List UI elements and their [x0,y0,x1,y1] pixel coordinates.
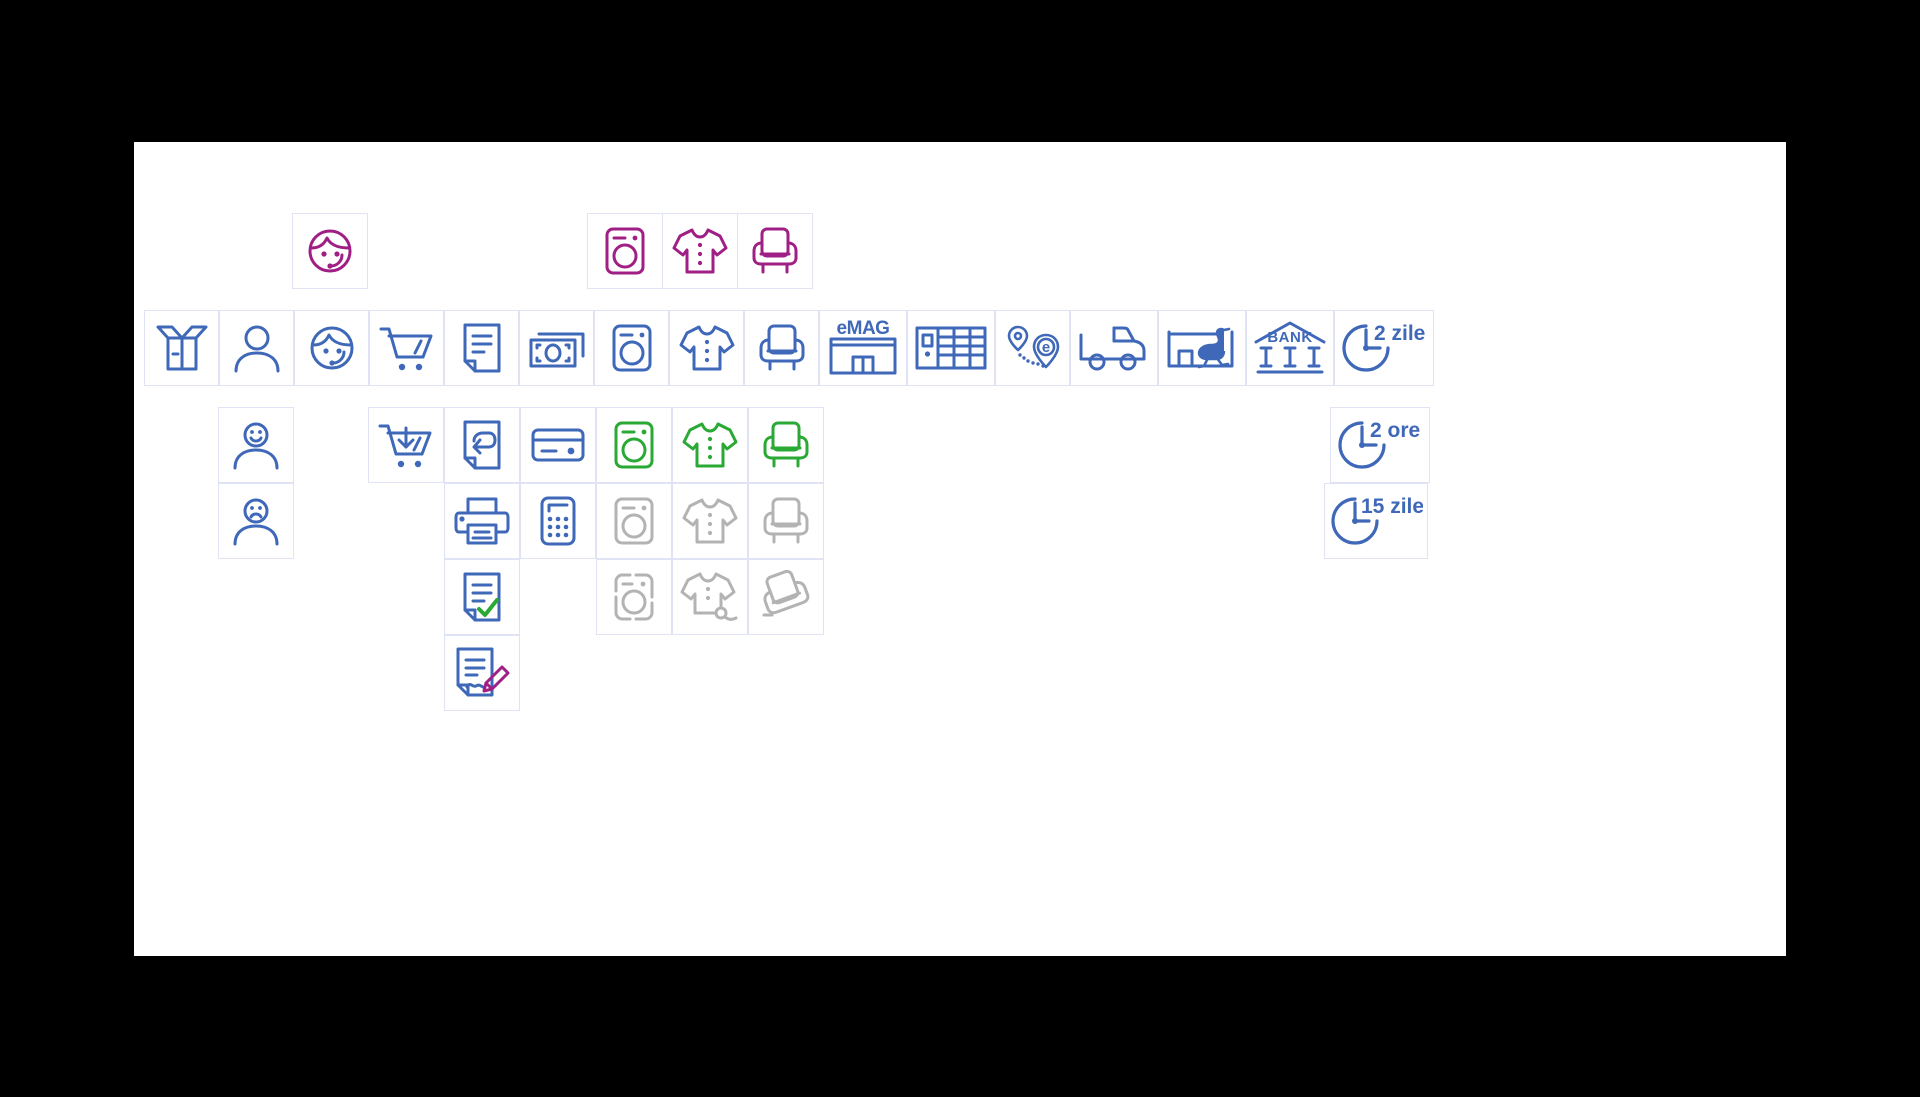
sameday-ostrich-icon [1167,327,1234,369]
tshirt-icon [679,325,734,371]
cell-armchair[interactable] [744,310,819,386]
document-sign-icon [456,647,510,697]
cell-tshirt-grey[interactable] [672,483,748,559]
open-box-icon [156,325,207,371]
document-icon [463,323,500,373]
cell-washing-machine-green[interactable] [596,407,672,483]
cell-tshirt-green[interactable] [672,407,748,483]
cell-support-agent-magenta[interactable] [292,213,368,289]
clock-15-zile-icon: 15 zile [1331,495,1423,545]
armchair-icon [759,324,804,371]
shopping-cart-icon [379,327,432,371]
washing-machine-icon [605,227,645,275]
cell-calculator[interactable] [520,483,596,559]
washing-machine-icon [612,324,651,372]
cell-document-sign[interactable] [444,635,520,711]
cell-document[interactable] [444,310,519,386]
cell-sameday-ostrich[interactable] [1158,310,1246,386]
tshirt-icon [682,422,738,468]
cell-credit-card[interactable] [520,407,596,483]
user-sad-icon [233,498,279,546]
cell-washing-machine-grey[interactable] [596,483,672,559]
cell-tshirt-magenta[interactable] [662,213,738,289]
cell-armchair-damaged[interactable] [748,559,824,635]
cell-parcel-locker[interactable] [907,310,995,386]
cell-clock-2-zile[interactable]: 2 zile [1334,310,1434,386]
document-return-icon [463,420,501,470]
cell-emag-store[interactable]: eMAG [819,310,907,386]
emag-wordmark: eMAG [837,319,890,339]
cell-support-agent[interactable] [294,310,369,386]
clock-label: 2 ore [1370,419,1420,442]
tshirt-icon [672,228,728,274]
pencil-icon [482,665,510,693]
washing-machine-icon [614,421,654,469]
bank-icon: BANK [1254,321,1326,374]
document-approved-icon [463,572,501,622]
cell-armchair-magenta[interactable] [737,213,813,289]
cart-download-icon [378,424,432,468]
cell-user-happy[interactable] [218,407,294,483]
emag-store-icon: eMAG [829,319,897,375]
cell-washing-machine-damaged[interactable] [596,559,672,635]
parcel-locker-icon [915,326,987,370]
support-agent-icon [308,229,352,273]
cell-map-pins-route[interactable]: e [995,310,1070,386]
cell-shopping-cart[interactable] [369,310,444,386]
pin-e-label: e [1041,339,1049,356]
tshirt-icon [682,498,738,544]
map-pins-route-icon: e [1007,325,1059,369]
cell-delivery-truck[interactable] [1070,310,1158,386]
support-agent-icon [310,326,353,370]
printer-icon [454,497,510,545]
clock-2-ore-icon: 2 ore [1338,419,1420,469]
cell-clock-2-ore[interactable]: 2 ore [1330,407,1430,483]
cell-banknotes[interactable] [519,310,594,386]
clock-label: 15 zile [1361,495,1423,518]
clock-2-zile-icon: 2 zile [1342,322,1425,372]
calculator-icon [540,496,576,546]
cell-washing-machine-magenta[interactable] [587,213,663,289]
cell-bank[interactable]: BANK [1246,310,1334,386]
armchair-icon [763,497,809,544]
cell-cart-download[interactable] [368,407,444,483]
armchair-damaged-icon [762,570,810,617]
cell-tshirt-damaged[interactable] [672,559,748,635]
cell-user[interactable] [219,310,294,386]
cell-user-sad[interactable] [218,483,294,559]
cell-tshirt[interactable] [669,310,744,386]
cell-open-box[interactable] [144,310,219,386]
cell-armchair-grey[interactable] [748,483,824,559]
credit-card-icon [531,428,585,462]
cell-printer[interactable] [444,483,520,559]
armchair-icon [752,227,798,274]
cell-armchair-green[interactable] [748,407,824,483]
delivery-truck-icon [1079,326,1146,371]
cell-washing-machine[interactable] [594,310,669,386]
cell-document-approved[interactable] [444,559,520,635]
washing-machine-icon [614,497,654,545]
armchair-icon [763,421,809,468]
bank-wordmark: BANK [1267,329,1312,346]
tshirt-damaged-icon [680,572,738,621]
clock-label: 2 zile [1374,322,1425,345]
banknotes-icon [529,332,584,368]
washing-machine-damaged-icon [614,573,654,621]
icon-sheet-canvas: eMAG e BANK 2 zile 2 ore 15 zile [134,142,1786,956]
user-icon [234,325,279,373]
cell-document-return[interactable] [444,407,520,483]
cell-clock-15-zile[interactable]: 15 zile [1324,483,1428,559]
user-happy-icon [233,422,279,470]
